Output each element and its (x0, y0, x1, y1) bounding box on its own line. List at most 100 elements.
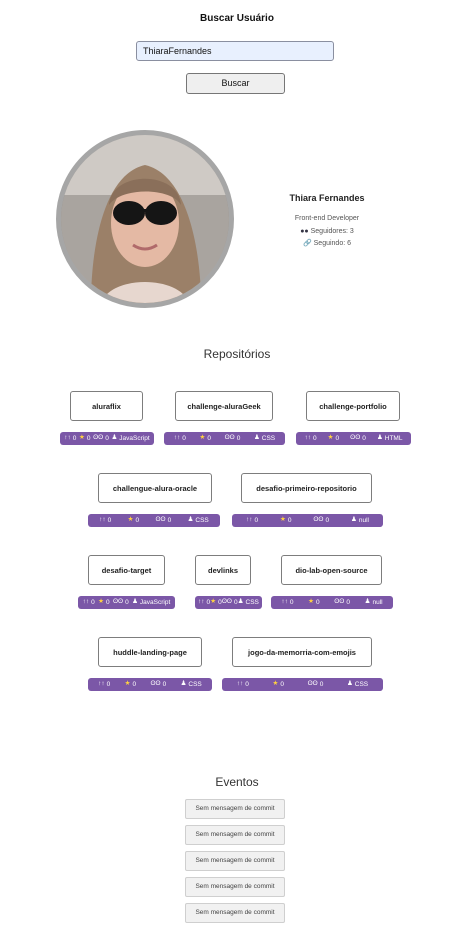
repo-forks-value: 0 (182, 435, 186, 442)
star-icon: ★ (210, 598, 217, 606)
avatar-photo (61, 135, 229, 303)
repo-language: ♟ CSS (254, 435, 275, 442)
repo-stars: ★ 0 (328, 435, 339, 442)
repo-watchers: ʘʘ 0 (113, 599, 129, 606)
repo-language-value: CSS (245, 599, 259, 606)
repo-forks-value: 0 (91, 599, 95, 606)
fork-icon: ↑↑ (64, 434, 71, 442)
repo-watchers: ʘʘ 0 (93, 435, 109, 442)
eyes-icon: ʘʘ (112, 598, 124, 606)
commit-message: Sem mensagem de commit (185, 799, 285, 819)
repo-stars-value: 0 (280, 681, 284, 688)
repo-watchers-value: 0 (167, 517, 172, 524)
repo-card[interactable]: challenge-aluraGeek (175, 391, 273, 421)
following-label: Seguindo: 6 (313, 240, 352, 247)
repo-stats: ↑↑ 0 ★ 0 ʘʘ 0 ♟ CSS (222, 678, 383, 691)
people-icon: ●● (300, 228, 309, 235)
person-icon: ♟ (237, 598, 244, 606)
repo-stars-value: 0 (132, 681, 137, 688)
repo-language-value: JavaScript (139, 599, 171, 606)
repo-language: ♟ JavaScript (111, 435, 149, 442)
search-input[interactable] (136, 41, 334, 61)
repo-stats: ↑↑ 0 ★ 0 ʘʘ 0 ♟ null (232, 514, 383, 527)
repo-card[interactable]: desafio-primeiro-repositorio (241, 473, 372, 503)
eyes-icon: ʘʘ (155, 516, 166, 524)
repo-stars-value: 0 (105, 599, 110, 606)
star-icon: ★ (79, 434, 85, 442)
repo-language-value: JavaScript (119, 435, 150, 442)
person-icon: ♟ (351, 516, 357, 524)
repo-card[interactable]: devlinks (195, 555, 251, 585)
eyes-icon: ʘʘ (224, 434, 235, 442)
repo-forks-value: 0 (289, 599, 294, 606)
repo-watchers: ʘʘ 0 (222, 599, 238, 606)
commit-message: Sem mensagem de commit (185, 851, 285, 871)
repo-stars: ★ 0 (98, 599, 109, 606)
repo-forks: ↑↑ 0 (237, 681, 249, 688)
repo-forks: ↑↑ 0 (281, 599, 293, 606)
repo-language: ♟ HTML (377, 435, 403, 442)
repo-stars: ★ 0 (280, 517, 291, 524)
repo-stars-value: 0 (315, 599, 320, 606)
repo-stats: ↑↑ 0 ★ 0 ʘʘ 0 ♟ JavaScript (60, 432, 154, 445)
profile-bio: Front-end Developer (294, 215, 360, 222)
repo-forks: ↑↑ 0 (198, 599, 210, 606)
repo-stars-value: 0 (335, 435, 340, 442)
repo-language: ♟ null (351, 517, 369, 524)
repo-stars-value: 0 (207, 435, 211, 442)
repo-language: ♟ CSS (238, 599, 259, 606)
repo-stars-value: 0 (86, 435, 91, 442)
repo-stars: ★ 0 (210, 599, 221, 606)
repo-card[interactable]: jogo-da-memorria-com-emojis (232, 637, 372, 667)
eyes-icon: ʘʘ (150, 680, 161, 688)
repo-watchers-value: 0 (319, 681, 324, 688)
repo-stats: ↑↑ 0 ★ 0 ʘʘ 0 ♟ CSS (195, 596, 262, 609)
repo-language-value: CSS (354, 681, 369, 688)
repo-card[interactable]: aluraflix (70, 391, 143, 421)
fork-icon: ↑↑ (245, 516, 253, 524)
events-title: Eventos (215, 775, 259, 789)
repo-card[interactable]: dio-lab-open-source (281, 555, 382, 585)
star-icon: ★ (327, 434, 334, 442)
repo-card[interactable]: desafio-target (88, 555, 165, 585)
search-button[interactable]: Buscar (186, 73, 285, 94)
star-icon: ★ (98, 598, 104, 606)
repo-watchers-value: 0 (346, 599, 350, 606)
repo-watchers-value: 0 (162, 681, 167, 688)
following-count: 🔗 Seguindo: 6 (272, 239, 382, 247)
person-icon: ♟ (111, 434, 118, 442)
repo-forks-value: 0 (106, 681, 111, 688)
repo-stats: ↑↑ 0 ★ 0 ʘʘ 0 ♟ JavaScript (78, 596, 175, 609)
repo-stats: ↑↑ 0 ★ 0 ʘʘ 0 ♟ HTML (296, 432, 411, 445)
eyes-icon: ʘʘ (350, 434, 361, 442)
repo-card[interactable]: challengue-alura-oracle (98, 473, 212, 503)
repo-card[interactable]: huddle-landing-page (98, 637, 202, 667)
repo-language-value: CSS (261, 435, 276, 442)
person-icon: ♟ (187, 516, 194, 524)
repo-stats: ↑↑ 0 ★ 0 ʘʘ 0 ♟ null (271, 596, 393, 609)
repo-watchers: ʘʘ 0 (150, 681, 166, 688)
eyes-icon: ʘʘ (93, 434, 104, 442)
fork-icon: ↑↑ (82, 598, 90, 606)
repo-language: ♟ CSS (347, 681, 368, 688)
repo-watchers-value: 0 (105, 435, 109, 442)
repo-card[interactable]: challenge-portfolio (306, 391, 400, 421)
repo-stars: ★ 0 (79, 435, 90, 442)
commit-message: Sem mensagem de commit (185, 877, 285, 897)
repo-language-value: CSS (195, 517, 209, 524)
repo-stars: ★ 0 (125, 681, 136, 688)
repo-forks-value: 0 (254, 517, 259, 524)
person-icon: ♟ (132, 598, 138, 606)
followers-count: ●● Seguidores: 3 (272, 228, 382, 235)
person-icon: ♟ (180, 680, 187, 688)
person-icon: ♟ (376, 434, 383, 442)
repo-watchers: ʘʘ 0 (155, 517, 171, 524)
repo-stars: ★ 0 (308, 599, 319, 606)
repo-watchers-value: 0 (236, 435, 241, 442)
repo-forks: ↑↑ 0 (98, 681, 110, 688)
repo-forks: ↑↑ 0 (246, 517, 258, 524)
repo-forks: ↑↑ 0 (174, 435, 186, 442)
fork-icon: ↑↑ (281, 598, 288, 606)
fork-icon: ↑↑ (173, 434, 181, 442)
repo-watchers: ʘʘ 0 (350, 435, 366, 442)
